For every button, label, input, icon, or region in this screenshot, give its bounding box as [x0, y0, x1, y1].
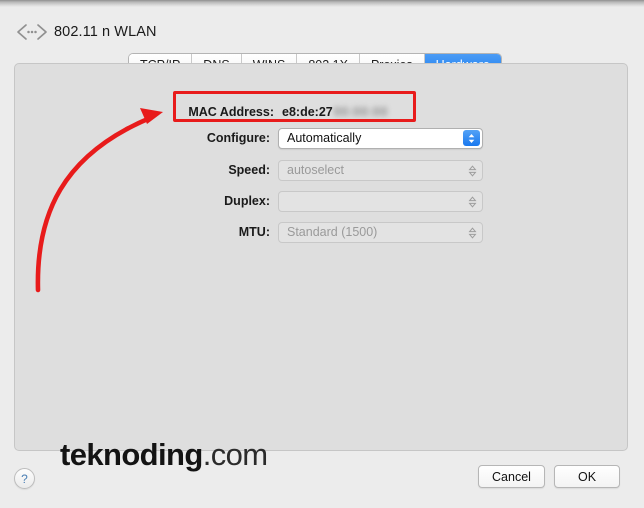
- mtu-label: MTU:: [238, 225, 270, 239]
- configure-label: Configure:: [206, 131, 270, 145]
- speed-row: Speed: autoselect: [172, 159, 483, 181]
- mac-address-visible-part: e8:de:27: [282, 105, 333, 119]
- mtu-value: Standard (1500): [287, 225, 378, 239]
- configure-popup-button[interactable]: Automatically: [278, 127, 483, 149]
- chevron-updown-icon[interactable]: [463, 130, 480, 146]
- mac-address-value: e8:de:27 00:00:00: [282, 105, 388, 119]
- speed-label: Speed:: [228, 163, 270, 177]
- cancel-button[interactable]: Cancel: [478, 465, 545, 488]
- mtu-popup-button: Standard (1500): [278, 221, 483, 243]
- duplex-label: Duplex:: [224, 194, 270, 208]
- help-button[interactable]: ?: [14, 468, 35, 489]
- duplex-popup-button: [278, 190, 483, 212]
- configure-value: Automatically: [287, 131, 362, 145]
- chevron-updown-icon: [466, 194, 478, 210]
- duplex-row: Duplex:: [172, 190, 483, 212]
- ok-button[interactable]: OK: [554, 465, 620, 488]
- network-ports-icon: [14, 21, 50, 43]
- mtu-row: MTU: Standard (1500): [172, 221, 483, 243]
- interface-header: 802.11 n WLAN: [14, 20, 157, 44]
- interface-name: 802.11 n WLAN: [54, 24, 157, 40]
- speed-value: autoselect: [287, 163, 344, 177]
- window-titlebar-edge: [0, 0, 644, 7]
- mac-address-redacted-part: 00:00:00: [333, 105, 388, 119]
- chevron-updown-icon: [466, 225, 478, 241]
- question-mark-icon: ?: [21, 471, 28, 486]
- configure-row: Configure: Automatically: [172, 127, 483, 149]
- watermark-brand: teknoding: [60, 437, 203, 472]
- watermark: teknoding.com: [60, 437, 268, 473]
- mac-address-row: MAC Address: e8:de:27 00:00:00: [172, 102, 388, 122]
- speed-popup-button: autoselect: [278, 159, 483, 181]
- watermark-tld: .com: [202, 437, 268, 472]
- mac-address-label: MAC Address:: [188, 105, 274, 119]
- chevron-updown-icon: [466, 163, 478, 179]
